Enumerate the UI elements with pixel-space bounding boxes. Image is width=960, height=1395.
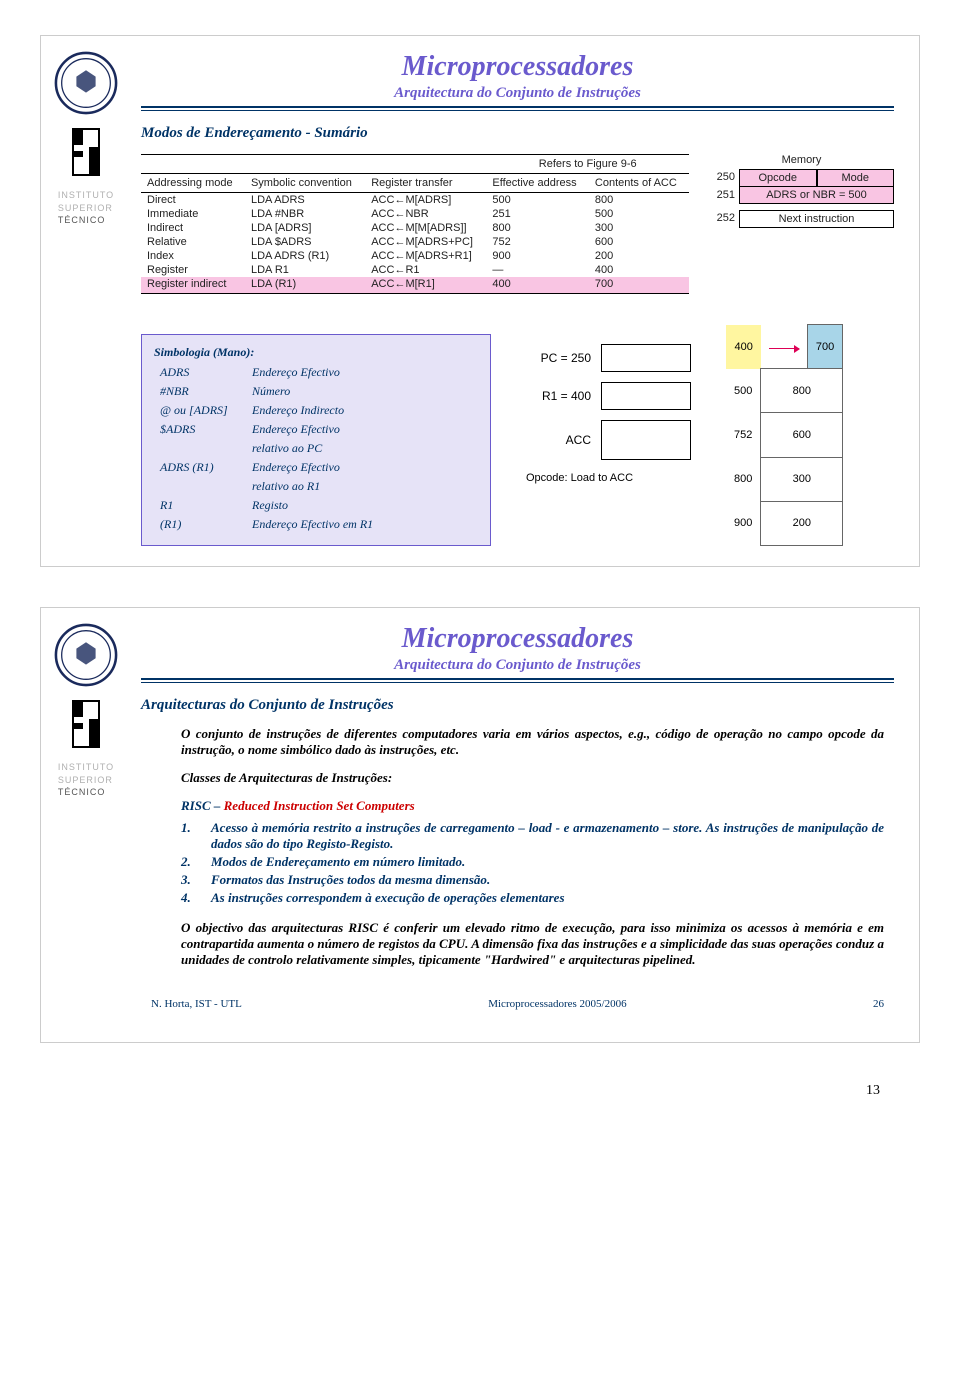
sidebar: INSTITUTO SUPERIOR TÉCNICO [41,608,131,1042]
footer-author: N. Horta, IST - UTL [151,998,242,1010]
risc-heading: RISC – Reduced Instruction Set Computers [181,798,884,814]
slide-1: INSTITUTO SUPERIOR TÉCNICO Microprocessa… [40,35,920,567]
table-row: RelativeLDA $ADRSACC←M[ADRS+PC]752600 [141,235,689,249]
document-page-number: 13 [40,1083,880,1099]
symbology-row: ADRSEndereço Efectivo [156,364,377,381]
table-row: ImmediateLDA #NBRACC←NBR251500 [141,207,689,221]
acc-label: ACC [526,433,591,447]
ist-logo [69,699,103,749]
institute-name: INSTITUTO SUPERIOR TÉCNICO [58,761,114,799]
symbology-row: R1Registo [156,497,377,514]
footer-course: Microprocessadores 2005/2006 [488,998,626,1010]
slide-title: Microprocessadores Arquitectura do Conju… [141,51,894,102]
registers-column: PC = 250 R1 = 400 ACC Opcode: Load to AC… [526,344,691,546]
table-row: Register indirectLDA (R1)ACC←M[R1]400700 [141,277,689,294]
sidebar: INSTITUTO SUPERIOR TÉCNICO [41,36,131,566]
footer-page: 26 [873,998,884,1010]
ist-logo [69,127,103,177]
acc-box [601,420,691,460]
section-title: Modos de Endereçamento - Sumário [141,125,894,142]
symbology-row: (R1)Endereço Efectivo em R1 [156,516,377,533]
pc-label: PC = 250 [526,351,591,365]
symbology-row: $ADRSEndereço Efectivo [156,421,377,438]
list-item: 1.Acesso à memória restrito a instruções… [181,820,884,852]
slide-title: Microprocessadores Arquitectura do Conju… [141,623,894,674]
r1-label: R1 = 400 [526,389,591,403]
symbology-row: #NBRNúmero [156,383,377,400]
institute-name: INSTITUTO SUPERIOR TÉCNICO [58,189,114,227]
table-row: DirectLDA ADRSACC←M[ADRS]500800 [141,193,689,208]
pc-box [601,344,691,372]
table-row: IndirectLDA [ADRS]ACC←M[M[ADRS]]800300 [141,221,689,235]
memory-block-main: 400 700 500800 752600 800300 900200 [726,324,843,546]
list-item: 2.Modos de Endereçamento em número limit… [181,854,884,870]
symbology-row: ADRS (R1)Endereço Efectivo [156,459,377,476]
table-row: IndexLDA ADRS (R1)ACC←M[ADRS+R1]900200 [141,249,689,263]
slide-2: INSTITUTO SUPERIOR TÉCNICO Microprocessa… [40,607,920,1043]
paragraph-classes: Classes de Arquitecturas de Instruções: [181,770,884,786]
university-seal-logo [54,51,118,115]
slide-footer: N. Horta, IST - UTL Microprocessadores 2… [151,998,884,1010]
addressing-modes-table: Refers to Figure 9-6 Addressing mode Sym… [141,154,689,294]
list-item: 4.As instruções correspondem à execução … [181,890,884,906]
paragraph-conclusion: O objectivo das arquitecturas RISC é con… [181,920,884,968]
section-title: Arquitecturas do Conjunto de Instruções [141,697,894,714]
university-seal-logo [54,623,118,687]
arrow-icon [769,348,799,349]
memory-block-top: Memory 250 Opcode Mode 251 ADRS or NBR =… [709,154,894,228]
symbology-row: @ ou [ADRS]Endereço Indirecto [156,402,377,419]
symbology-box: Simbologia (Mano): ADRSEndereço Efectivo… [141,334,491,546]
paragraph-intro: O conjunto de instruções de diferentes c… [181,726,884,758]
risc-list: 1.Acesso à memória restrito a instruções… [181,820,884,906]
list-item: 3.Formatos das Instruções todos da mesma… [181,872,884,888]
r1-box [601,382,691,410]
table-row: RegisterLDA R1ACC←R1—400 [141,263,689,277]
opcode-caption: Opcode: Load to ACC [526,472,691,484]
